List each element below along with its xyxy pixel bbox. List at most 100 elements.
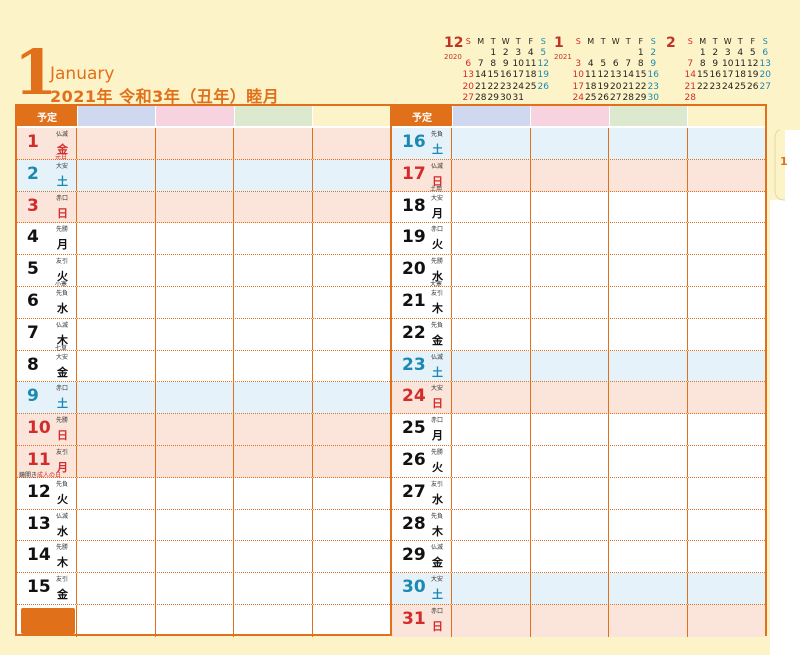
schedule-cell[interactable] — [77, 573, 156, 604]
schedule-cell[interactable] — [609, 286, 688, 318]
schedule-cell[interactable] — [156, 159, 234, 191]
schedule-cell[interactable] — [452, 509, 531, 541]
schedule-cell[interactable] — [531, 128, 609, 159]
schedule-cell[interactable] — [234, 445, 313, 477]
schedule-cell[interactable] — [234, 255, 313, 286]
schedule-cell[interactable] — [77, 382, 156, 414]
schedule-cell[interactable] — [77, 128, 156, 159]
schedule-cell[interactable] — [609, 350, 688, 382]
schedule-cell[interactable] — [234, 318, 313, 350]
schedule-cell[interactable] — [156, 573, 234, 604]
schedule-cell[interactable] — [313, 541, 391, 572]
schedule-cell[interactable] — [531, 286, 609, 318]
schedule-cell[interactable] — [688, 510, 766, 541]
schedule-cell[interactable] — [234, 191, 313, 223]
schedule-cell[interactable] — [452, 382, 531, 414]
schedule-cell[interactable] — [688, 478, 766, 509]
schedule-cell[interactable] — [609, 477, 688, 509]
schedule-cell[interactable] — [609, 573, 688, 604]
schedule-cell[interactable] — [452, 286, 531, 318]
schedule-cell[interactable] — [156, 414, 234, 445]
schedule-cell[interactable] — [688, 319, 766, 350]
schedule-cell[interactable] — [688, 605, 766, 637]
schedule-cell[interactable] — [77, 286, 156, 318]
schedule-cell[interactable] — [156, 382, 234, 414]
schedule-cell[interactable] — [688, 446, 766, 477]
schedule-cell[interactable] — [77, 541, 156, 573]
schedule-cell[interactable] — [688, 573, 766, 604]
schedule-cell[interactable] — [609, 604, 688, 637]
schedule-cell[interactable] — [77, 445, 156, 477]
schedule-cell[interactable] — [688, 382, 766, 413]
schedule-cell[interactable] — [77, 318, 156, 350]
schedule-cell[interactable] — [531, 382, 609, 414]
schedule-cell[interactable] — [156, 255, 234, 286]
schedule-cell[interactable] — [156, 477, 234, 509]
schedule-cell[interactable] — [452, 191, 531, 223]
schedule-cell[interactable] — [77, 604, 156, 637]
schedule-cell[interactable] — [156, 191, 234, 223]
schedule-cell[interactable] — [688, 414, 766, 445]
schedule-cell[interactable] — [313, 223, 391, 254]
schedule-cell[interactable] — [531, 509, 609, 541]
schedule-cell[interactable] — [156, 509, 234, 541]
schedule-cell[interactable] — [688, 192, 766, 223]
schedule-cell[interactable] — [313, 510, 391, 541]
schedule-cell[interactable] — [531, 350, 609, 382]
schedule-cell[interactable] — [313, 382, 391, 413]
schedule-cell[interactable] — [531, 191, 609, 223]
schedule-cell[interactable] — [452, 255, 531, 286]
schedule-cell[interactable] — [531, 318, 609, 350]
schedule-cell[interactable] — [234, 159, 313, 191]
schedule-cell[interactable] — [313, 255, 391, 286]
schedule-cell[interactable] — [156, 223, 234, 255]
schedule-cell[interactable] — [234, 350, 313, 382]
schedule-cell[interactable] — [77, 477, 156, 509]
schedule-cell[interactable] — [313, 573, 391, 604]
schedule-cell[interactable] — [234, 223, 313, 255]
schedule-cell[interactable] — [688, 541, 766, 572]
schedule-cell[interactable] — [452, 414, 531, 445]
schedule-cell[interactable] — [77, 509, 156, 541]
schedule-cell[interactable] — [234, 414, 313, 445]
schedule-cell[interactable] — [452, 445, 531, 477]
schedule-cell[interactable] — [313, 446, 391, 477]
schedule-cell[interactable] — [313, 319, 391, 350]
schedule-cell[interactable] — [77, 191, 156, 223]
schedule-cell[interactable] — [313, 414, 391, 445]
schedule-cell[interactable] — [609, 318, 688, 350]
schedule-cell[interactable] — [452, 350, 531, 382]
schedule-cell[interactable] — [609, 541, 688, 573]
schedule-cell[interactable] — [531, 445, 609, 477]
schedule-cell[interactable] — [77, 255, 156, 286]
schedule-cell[interactable] — [609, 445, 688, 477]
schedule-cell[interactable] — [234, 286, 313, 318]
schedule-cell[interactable] — [452, 128, 531, 159]
schedule-cell[interactable] — [156, 286, 234, 318]
schedule-cell[interactable] — [609, 223, 688, 255]
schedule-cell[interactable] — [452, 604, 531, 637]
schedule-cell[interactable] — [234, 128, 313, 159]
schedule-cell[interactable] — [452, 159, 531, 191]
schedule-cell[interactable] — [531, 223, 609, 255]
schedule-cell[interactable] — [688, 160, 766, 191]
schedule-cell[interactable] — [531, 414, 609, 445]
schedule-cell[interactable] — [156, 604, 234, 637]
schedule-cell[interactable] — [609, 414, 688, 445]
schedule-cell[interactable] — [609, 159, 688, 191]
schedule-cell[interactable] — [156, 541, 234, 573]
schedule-cell[interactable] — [313, 128, 391, 159]
schedule-cell[interactable] — [452, 573, 531, 604]
month-index-tab[interactable]: 1 — [780, 155, 788, 168]
schedule-cell[interactable] — [531, 255, 609, 286]
schedule-cell[interactable] — [313, 605, 391, 637]
schedule-cell[interactable] — [688, 255, 766, 286]
schedule-cell[interactable] — [313, 351, 391, 382]
schedule-cell[interactable] — [156, 350, 234, 382]
schedule-cell[interactable] — [313, 287, 391, 318]
schedule-cell[interactable] — [452, 223, 531, 255]
schedule-cell[interactable] — [77, 350, 156, 382]
schedule-cell[interactable] — [452, 477, 531, 509]
schedule-cell[interactable] — [688, 351, 766, 382]
schedule-cell[interactable] — [313, 192, 391, 223]
